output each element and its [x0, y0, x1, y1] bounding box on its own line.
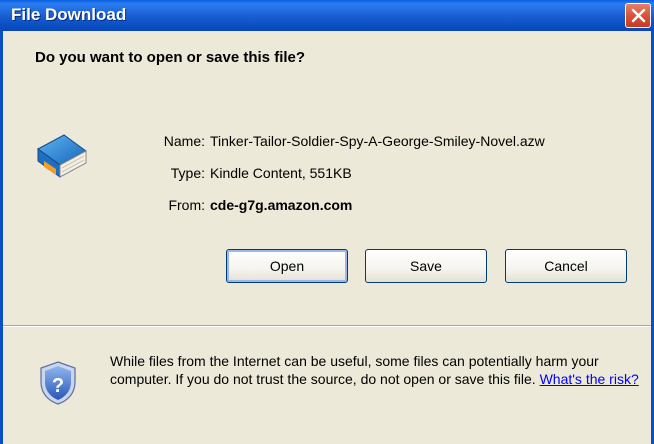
close-button[interactable]: [625, 3, 651, 28]
close-icon: [631, 8, 646, 23]
file-source-label: From:: [168, 197, 205, 213]
file-type-value: Kindle Content, 551KB: [210, 165, 352, 181]
security-warning-text: While files from the Internet can be use…: [110, 353, 599, 387]
whats-the-risk-link[interactable]: What's the risk?: [540, 371, 639, 387]
save-button[interactable]: Save: [365, 249, 487, 283]
file-source-value: cde-g7g.amazon.com: [210, 197, 353, 213]
window-title: File Download: [11, 5, 127, 24]
security-shield-question-icon: ?: [40, 361, 76, 405]
open-button[interactable]: Open: [226, 249, 348, 283]
cancel-button[interactable]: Cancel: [505, 249, 627, 283]
svg-text:?: ?: [52, 375, 64, 397]
file-type-row: Type: Kindle Content, 551KB: [0, 165, 654, 185]
file-name-label: Name:: [163, 133, 205, 149]
dialog-question: Do you want to open or save this file?: [35, 49, 306, 66]
file-name-row: Name: Tinker-Tailor-Soldier-Spy-A-George…: [0, 133, 654, 153]
file-type-label: Type:: [170, 165, 205, 181]
divider: [3, 325, 651, 327]
security-warning: While files from the Internet can be use…: [110, 352, 640, 388]
title-bar[interactable]: File Download: [0, 0, 654, 31]
file-name-value: Tinker-Tailor-Soldier-Spy-A-George-Smile…: [210, 133, 545, 149]
file-source-row: From: cde-g7g.amazon.com: [0, 197, 654, 217]
